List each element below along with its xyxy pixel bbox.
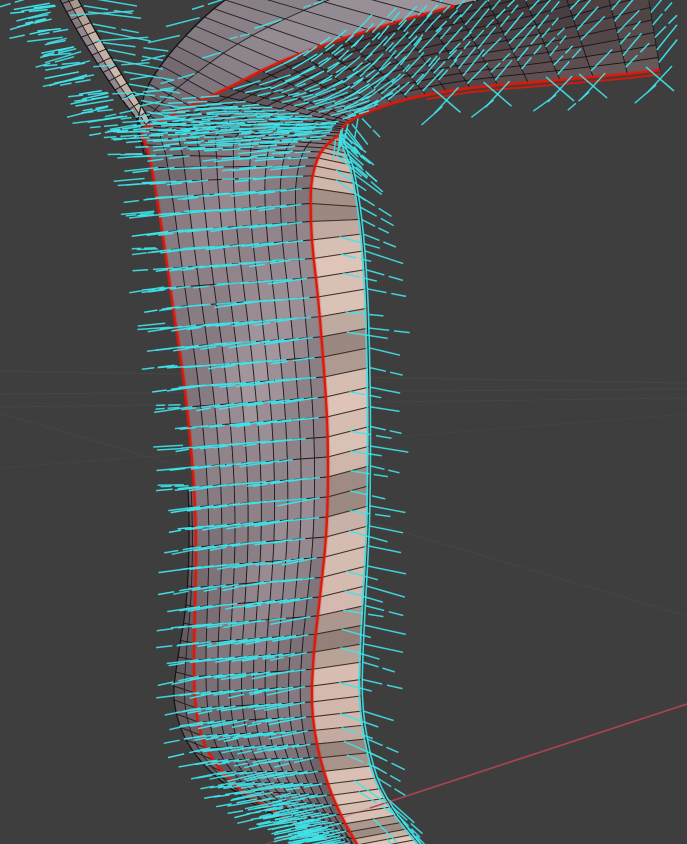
3d-viewport[interactable] bbox=[0, 0, 687, 844]
viewport-canvas[interactable] bbox=[0, 0, 687, 844]
